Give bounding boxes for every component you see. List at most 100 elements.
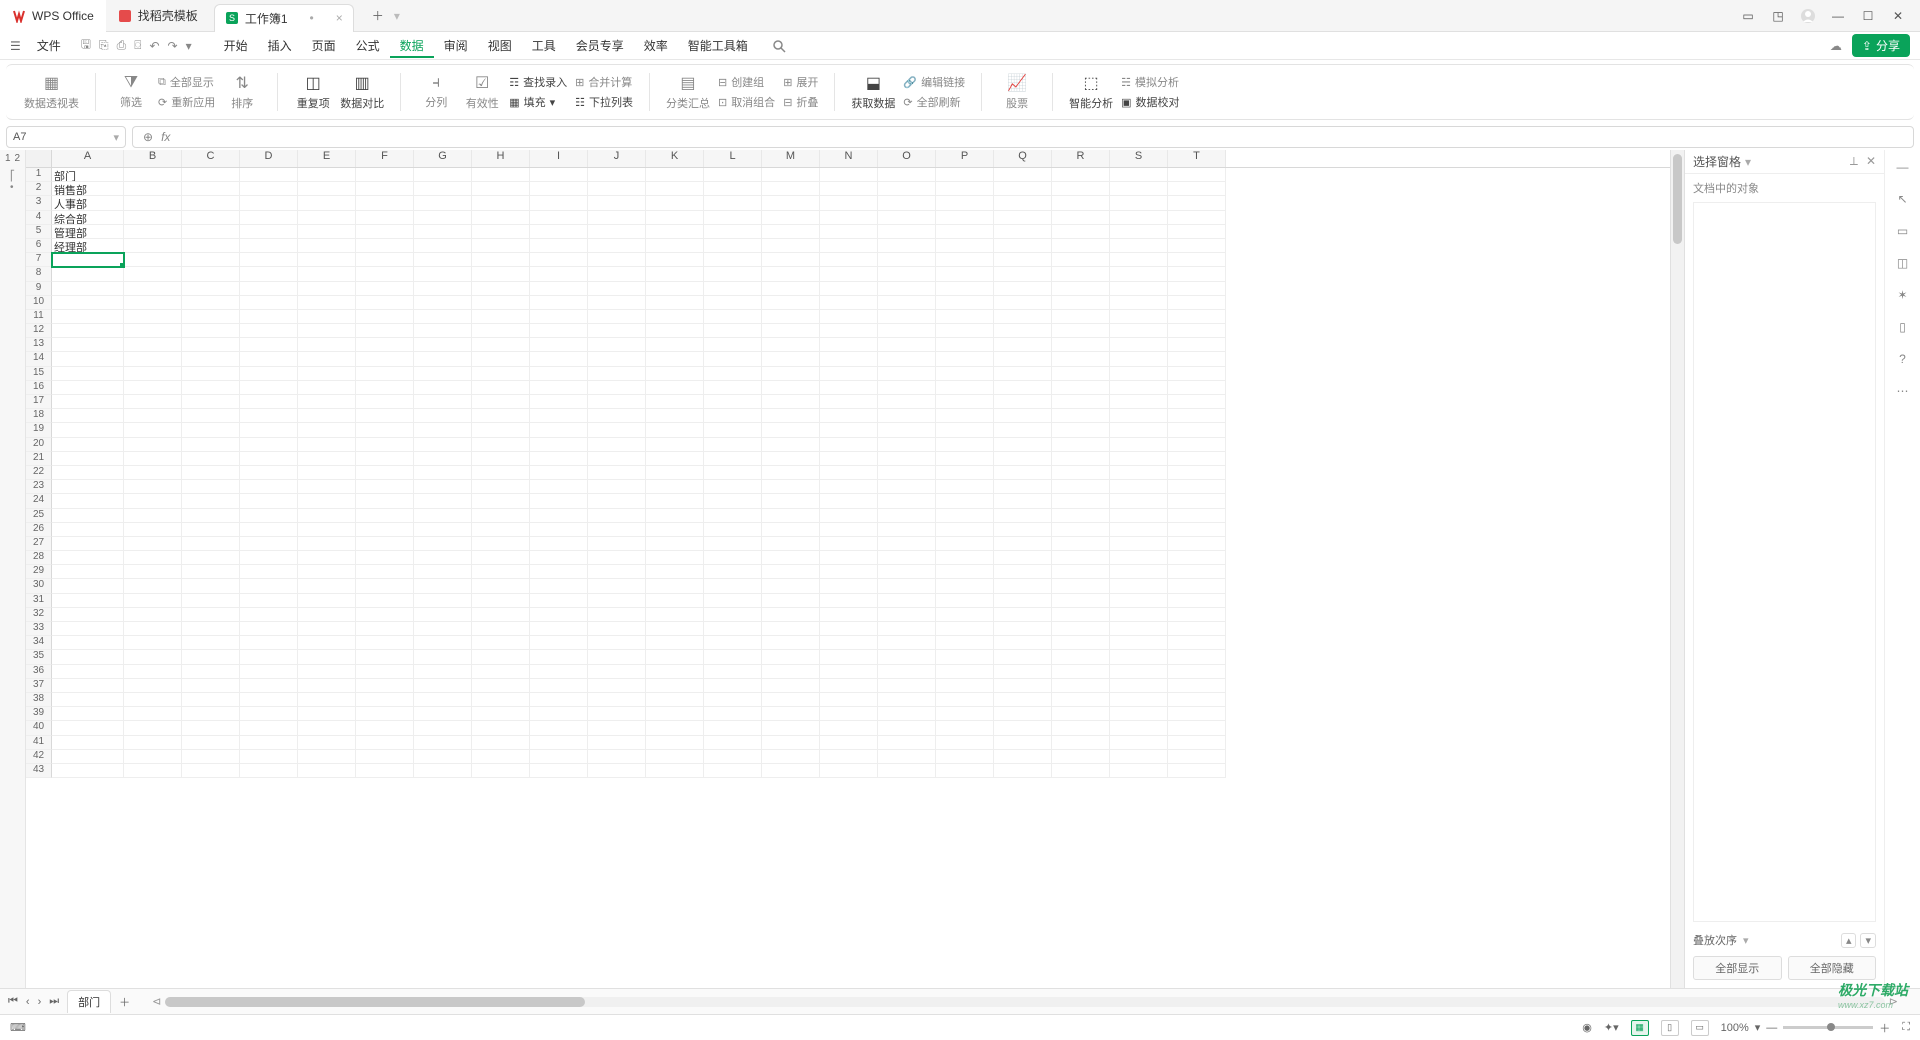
cell-C31[interactable] [182,594,240,608]
cell-D20[interactable] [240,438,298,452]
cell-F3[interactable] [356,196,414,210]
cell-H1[interactable] [472,168,530,182]
cell-O17[interactable] [878,395,936,409]
cell-H5[interactable] [472,225,530,239]
dropdown-list-button[interactable]: ☷下拉列表 [575,94,633,110]
col-header-Q[interactable]: Q [994,150,1052,167]
cell-M18[interactable] [762,409,820,423]
cell-B3[interactable] [124,196,182,210]
cell-R39[interactable] [1052,707,1110,721]
cell-D6[interactable] [240,239,298,253]
cell-A16[interactable] [52,381,124,395]
cell-K4[interactable] [646,211,704,225]
cell-R7[interactable] [1052,253,1110,267]
cell-R16[interactable] [1052,381,1110,395]
cell-J40[interactable] [588,721,646,735]
cell-T7[interactable] [1168,253,1226,267]
cell-R4[interactable] [1052,211,1110,225]
cell-E2[interactable] [298,182,356,196]
cell-L38[interactable] [704,693,762,707]
cell-M40[interactable] [762,721,820,735]
cell-G20[interactable] [414,438,472,452]
cell-G25[interactable] [414,509,472,523]
cell-I21[interactable] [530,452,588,466]
cell-B25[interactable] [124,509,182,523]
cell-S5[interactable] [1110,225,1168,239]
cell-C41[interactable] [182,736,240,750]
cell-P10[interactable] [936,296,994,310]
col-header-G[interactable]: G [414,150,472,167]
show-all-button[interactable]: ⧉全部显示 [158,74,215,90]
fullscreen-icon[interactable]: ⛶ [1902,1021,1910,1034]
cell-F16[interactable] [356,381,414,395]
cell-T42[interactable] [1168,750,1226,764]
cell-N2[interactable] [820,182,878,196]
cell-M19[interactable] [762,423,820,437]
cell-I6[interactable] [530,239,588,253]
hscroll-thumb[interactable] [165,997,585,1007]
cell-P25[interactable] [936,509,994,523]
cell-K23[interactable] [646,480,704,494]
cell-O43[interactable] [878,764,936,778]
cell-M22[interactable] [762,466,820,480]
cell-H27[interactable] [472,537,530,551]
cell-A23[interactable] [52,480,124,494]
cell-Q31[interactable] [994,594,1052,608]
cell-B17[interactable] [124,395,182,409]
cell-F29[interactable] [356,565,414,579]
cell-F10[interactable] [356,296,414,310]
cell-H43[interactable] [472,764,530,778]
cell-S12[interactable] [1110,324,1168,338]
cell-R38[interactable] [1052,693,1110,707]
cell-E24[interactable] [298,494,356,508]
row-header[interactable]: 5 [26,225,52,239]
cell-R31[interactable] [1052,594,1110,608]
cell-B14[interactable] [124,352,182,366]
cell-N25[interactable] [820,509,878,523]
cell-A20[interactable] [52,438,124,452]
cell-C16[interactable] [182,381,240,395]
select-tool-icon[interactable]: ↖ [1897,192,1907,206]
share-button[interactable]: ⇪ 分享 [1852,34,1910,57]
cell-O38[interactable] [878,693,936,707]
cell-M24[interactable] [762,494,820,508]
cell-L8[interactable] [704,267,762,281]
sort-button[interactable]: ⇅排序 [223,73,261,111]
cell-G21[interactable] [414,452,472,466]
cell-F18[interactable] [356,409,414,423]
cell-S33[interactable] [1110,622,1168,636]
cell-N7[interactable] [820,253,878,267]
row-header[interactable]: 25 [26,509,52,523]
cell-I36[interactable] [530,665,588,679]
cell-G33[interactable] [414,622,472,636]
cell-F42[interactable] [356,750,414,764]
cell-M42[interactable] [762,750,820,764]
cell-Q2[interactable] [994,182,1052,196]
cell-E21[interactable] [298,452,356,466]
cell-Q36[interactable] [994,665,1052,679]
cell-S34[interactable] [1110,636,1168,650]
cell-F35[interactable] [356,650,414,664]
cell-P5[interactable] [936,225,994,239]
cell-N14[interactable] [820,352,878,366]
cell-K41[interactable] [646,736,704,750]
cell-G26[interactable] [414,523,472,537]
cell-A42[interactable] [52,750,124,764]
cell-M20[interactable] [762,438,820,452]
cell-I37[interactable] [530,679,588,693]
filter-button[interactable]: ⧩筛选 [112,74,150,110]
new-tab-button[interactable]: ＋ [366,4,390,28]
cell-R6[interactable] [1052,239,1110,253]
cell-R41[interactable] [1052,736,1110,750]
cell-N32[interactable] [820,608,878,622]
cell-I3[interactable] [530,196,588,210]
cell-L24[interactable] [704,494,762,508]
cell-H9[interactable] [472,282,530,296]
cell-Q22[interactable] [994,466,1052,480]
cell-S21[interactable] [1110,452,1168,466]
cell-N12[interactable] [820,324,878,338]
cell-C8[interactable] [182,267,240,281]
row-header[interactable]: 14 [26,352,52,366]
cell-D16[interactable] [240,381,298,395]
cell-M8[interactable] [762,267,820,281]
